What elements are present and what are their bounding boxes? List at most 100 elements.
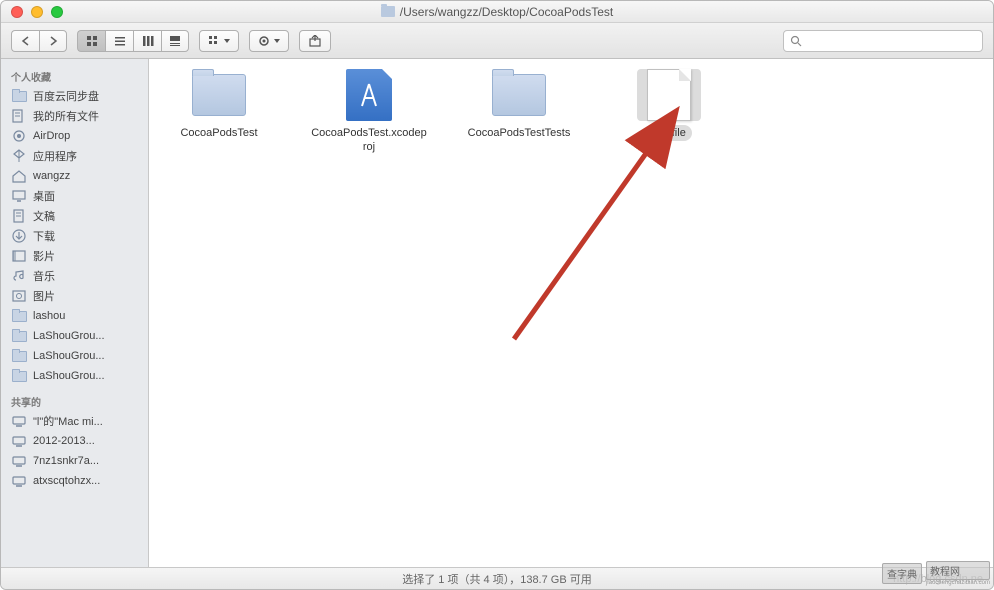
sidebar-item-shared[interactable]: 2012-2013... (1, 431, 148, 451)
sidebar-item-favorite[interactable]: 桌面 (1, 186, 148, 206)
traffic-lights (1, 6, 63, 18)
file-label: CocoaPodsTest.xcodeproj (304, 125, 434, 156)
music-icon (11, 269, 27, 283)
sidebar-item-label: lashou (33, 310, 65, 322)
sidebar-item-label: 影片 (33, 248, 55, 264)
sidebar-item-favorite[interactable]: AirDrop (1, 126, 148, 146)
watermark: 查字典 教程网 jiaochengchazidian.com (882, 561, 990, 586)
sidebar-shared-header: 共享的 (1, 390, 148, 411)
movies-icon (11, 249, 27, 263)
sidebar-item-label: 文稿 (33, 208, 55, 224)
computer-icon (11, 434, 27, 448)
folder-icon (492, 74, 546, 116)
back-button[interactable] (11, 30, 39, 52)
title-text: /Users/wangzz/Desktop/CocoaPodsTest (400, 5, 613, 19)
sidebar-item-label: 桌面 (33, 188, 55, 204)
file-item[interactable]: CocoaPodsTest (169, 69, 269, 156)
computer-icon (11, 414, 27, 428)
sidebar-item-label: 音乐 (33, 268, 55, 284)
sidebar-item-label: AirDrop (33, 130, 70, 142)
sidebar-item-label: LaShouGrou... (33, 330, 105, 342)
file-item[interactable]: CocoaPodsTestTests (469, 69, 569, 156)
sidebar-item-favorite[interactable]: 文稿 (1, 206, 148, 226)
folder-icon (192, 74, 246, 116)
apps-icon (11, 149, 27, 163)
all-files-icon (11, 109, 27, 123)
sidebar-item-favorite[interactable]: wangzz (1, 166, 148, 186)
maximize-button[interactable] (51, 6, 63, 18)
file-icon-wrapper (187, 69, 251, 121)
icon-view-button[interactable] (77, 30, 105, 52)
sidebar-item-shared[interactable]: 7nz1snkr7a... (1, 451, 148, 471)
desktop-icon (11, 189, 27, 203)
computer-icon (11, 474, 27, 488)
sidebar: 个人收藏 百度云同步盘我的所有文件 AirDrop 应用程序 wangzz 桌面文稿下载… (1, 59, 149, 567)
sidebar-item-label: "l"的"Mac mi... (33, 413, 103, 429)
sidebar-item-favorite[interactable]: LaShouGrou... (1, 326, 148, 346)
sidebar-item-label: wangzz (33, 170, 70, 182)
forward-button[interactable] (39, 30, 67, 52)
folder-icon (381, 6, 395, 17)
search-input[interactable] (802, 35, 976, 47)
watermark-text1: 查字典 (882, 563, 922, 584)
action-button[interactable] (249, 30, 289, 52)
sidebar-item-label: 我的所有文件 (33, 108, 99, 124)
nav-buttons (11, 30, 67, 52)
list-view-button[interactable] (105, 30, 133, 52)
sidebar-item-label: 2012-2013... (33, 435, 95, 447)
search-field[interactable] (783, 30, 983, 52)
close-button[interactable] (11, 6, 23, 18)
watermark-sub: jiaochengchazidian.com (926, 580, 990, 586)
watermark-right: 教程网 jiaochengchazidian.com (926, 561, 990, 586)
sidebar-item-label: atxscqtohzx... (33, 475, 100, 487)
sidebar-item-label: 图片 (33, 288, 55, 304)
file-item[interactable]: CocoaPodsTest.xcodeproj (319, 69, 419, 156)
file-icon-wrapper (487, 69, 551, 121)
folder-icon (11, 349, 27, 363)
airdrop-icon (11, 129, 27, 143)
downloads-icon (11, 229, 27, 243)
arrange-button[interactable] (199, 30, 239, 52)
sidebar-item-favorite[interactable]: lashou (1, 306, 148, 326)
watermark-text2: 教程网 (926, 561, 990, 580)
titlebar[interactable]: /Users/wangzz/Desktop/CocoaPodsTest (1, 1, 993, 23)
sidebar-item-favorite[interactable]: 图片 (1, 286, 148, 306)
gear-icon (258, 35, 272, 47)
sidebar-item-favorite[interactable]: 音乐 (1, 266, 148, 286)
content-area[interactable]: CocoaPodsTestCocoaPodsTest.xcodeprojCoco… (149, 59, 993, 567)
sidebar-item-favorite[interactable]: LaShouGrou... (1, 346, 148, 366)
sidebar-item-label: LaShouGrou... (33, 370, 105, 382)
sidebar-favorites-header: 个人收藏 (1, 65, 148, 86)
xcode-icon (346, 69, 392, 121)
sidebar-item-label: 百度云同步盘 (33, 88, 99, 104)
share-icon (308, 35, 322, 47)
sidebar-item-favorite[interactable]: 百度云同步盘 (1, 86, 148, 106)
minimize-button[interactable] (31, 6, 43, 18)
computer-icon (11, 454, 27, 468)
file-label: CocoaPodsTest (174, 125, 263, 141)
documents-icon (11, 209, 27, 223)
folder-icon (11, 369, 27, 383)
share-button[interactable] (299, 30, 331, 52)
sidebar-item-shared[interactable]: "l"的"Mac mi... (1, 411, 148, 431)
sidebar-item-favorite[interactable]: 我的所有文件 (1, 106, 148, 126)
file-item[interactable]: Podfile (619, 69, 719, 156)
coverflow-view-button[interactable] (161, 30, 189, 52)
sidebar-item-shared[interactable]: atxscqtohzx... (1, 471, 148, 491)
file-icon-wrapper (637, 69, 701, 121)
file-icon-wrapper (337, 69, 401, 121)
sidebar-item-favorite[interactable]: 下载 (1, 226, 148, 246)
sidebar-item-favorite[interactable]: LaShouGrou... (1, 366, 148, 386)
sidebar-item-favorite[interactable]: 影片 (1, 246, 148, 266)
window-title: /Users/wangzz/Desktop/CocoaPodsTest (1, 5, 993, 19)
statusbar: 选择了 1 项（共 4 项），138.7 GB 可用 http://blog.c… (1, 567, 993, 589)
folder-icon (11, 329, 27, 343)
sidebar-item-label: 应用程序 (33, 148, 77, 164)
sidebar-item-label: LaShouGrou... (33, 350, 105, 362)
sidebar-item-favorite[interactable]: 应用程序 (1, 146, 148, 166)
view-buttons (77, 30, 189, 52)
folder-icon (11, 309, 27, 323)
column-view-button[interactable] (133, 30, 161, 52)
toolbar (1, 23, 993, 59)
finder-window: /Users/wangzz/Desktop/CocoaPodsTest (0, 0, 994, 590)
